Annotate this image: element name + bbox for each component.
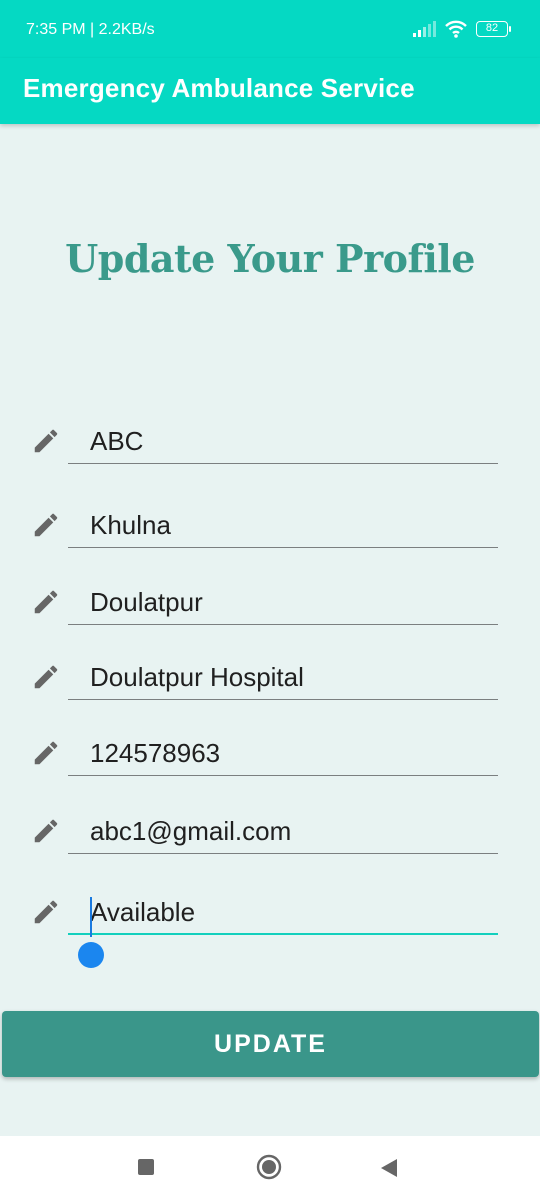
back-icon[interactable]	[380, 1158, 398, 1178]
app-title: Emergency Ambulance Service	[23, 73, 415, 103]
pencil-icon	[34, 741, 58, 765]
city-input[interactable]: Khulna	[68, 502, 498, 548]
home-icon[interactable]	[256, 1154, 282, 1180]
navigation-bar	[0, 1136, 540, 1200]
pencil-icon	[34, 819, 58, 843]
pencil-icon	[34, 590, 58, 614]
area-input[interactable]: Doulatpur	[68, 579, 498, 625]
status-time: 7:35 PM | 2.2KB/s	[26, 21, 155, 38]
area-field[interactable]: Doulatpur	[0, 579, 540, 629]
wifi-icon	[445, 20, 467, 38]
pencil-icon	[34, 513, 58, 537]
text-cursor	[90, 897, 92, 937]
phone-input[interactable]: 124578963	[68, 730, 498, 776]
status-input[interactable]: Available	[68, 889, 498, 935]
update-button[interactable]: UPDATE	[2, 1011, 539, 1077]
app-bar: Emergency Ambulance Service	[0, 58, 540, 124]
cursor-handle[interactable]	[78, 942, 104, 968]
hospital-input[interactable]: Doulatpur Hospital	[68, 654, 498, 700]
page-title: Update Your Profile	[65, 236, 475, 281]
signal-icon	[413, 21, 436, 37]
phone-field[interactable]: 124578963	[0, 730, 540, 780]
email-input[interactable]: abc1@gmail.com	[68, 808, 498, 854]
name-field[interactable]: ABC	[0, 418, 540, 468]
pencil-icon	[34, 665, 58, 689]
battery-icon: 82	[476, 21, 511, 37]
pencil-icon	[34, 429, 58, 453]
status-icons: 82	[412, 20, 511, 38]
name-input[interactable]: ABC	[68, 418, 498, 464]
status-bar: 7:35 PM | 2.2KB/s 82	[0, 0, 540, 58]
status-field[interactable]: Available	[0, 889, 540, 939]
pencil-icon	[34, 900, 58, 924]
email-field[interactable]: abc1@gmail.com	[0, 808, 540, 858]
hospital-field[interactable]: Doulatpur Hospital	[0, 654, 540, 704]
recents-icon[interactable]	[138, 1159, 154, 1175]
city-field[interactable]: Khulna	[0, 502, 540, 552]
